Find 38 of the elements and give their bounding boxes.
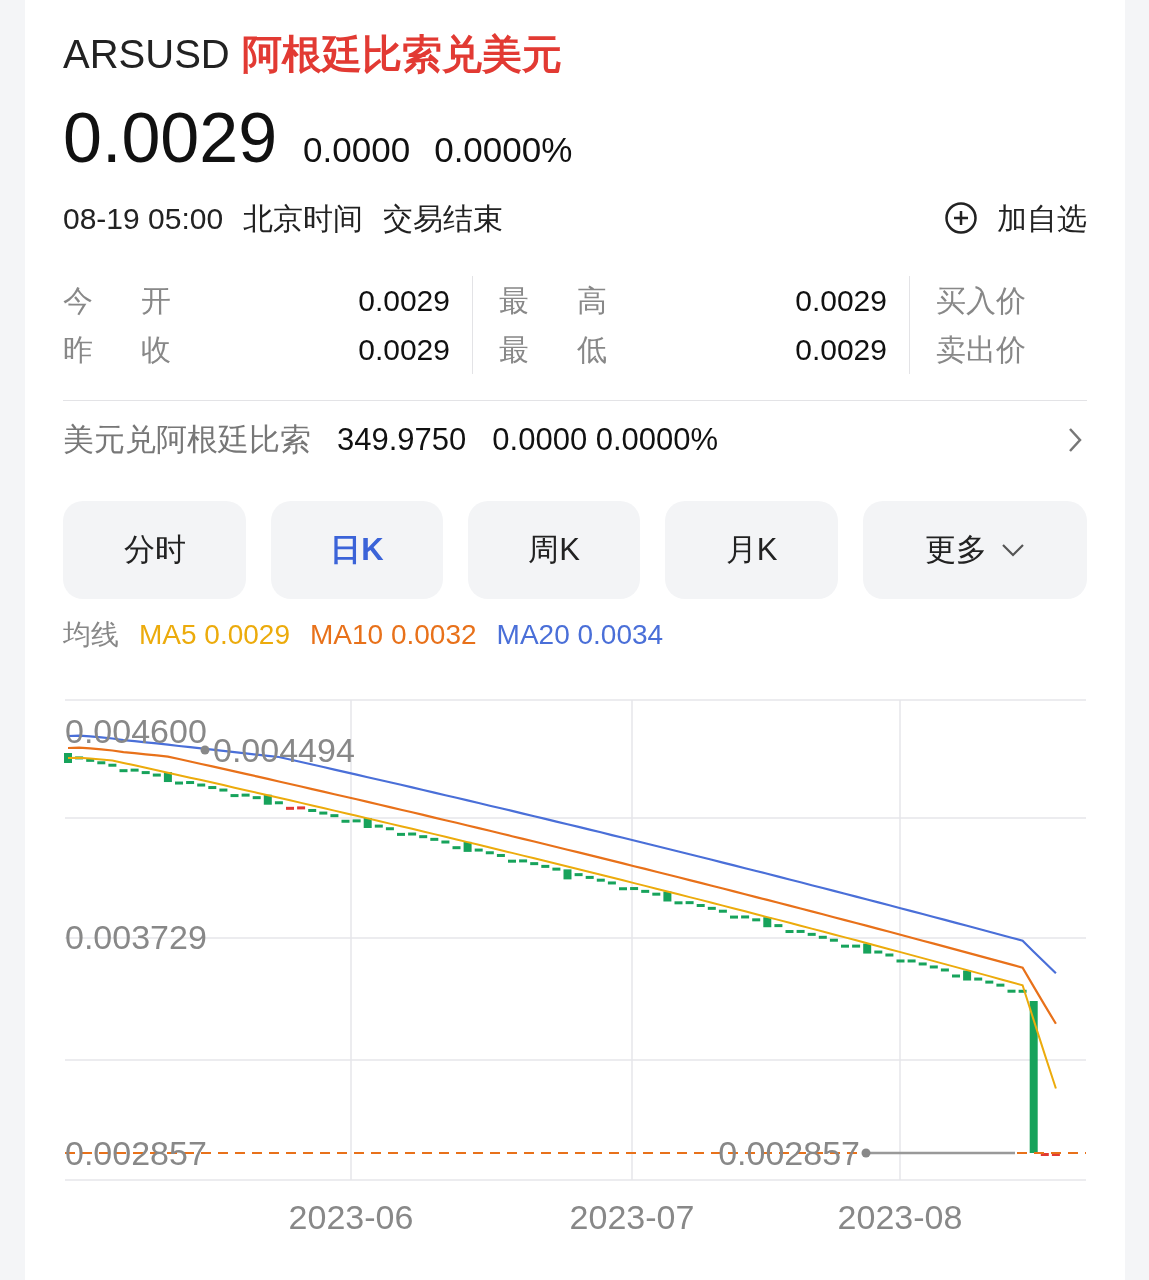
stat-label: 卖出价 [936, 332, 1026, 368]
period-tab[interactable]: 月K [665, 501, 838, 599]
stat-label: 买入价 [936, 283, 1026, 319]
stat-value: 0.0029 [795, 332, 887, 368]
period-tab[interactable]: 更多 [863, 501, 1087, 599]
currency-pair-name: 阿根廷比索兑美元 [241, 31, 562, 78]
price-change: 0.0000 [303, 129, 411, 171]
stat-label: 最 高 [499, 283, 608, 319]
x-axis-label: 2023-07 [569, 1198, 695, 1233]
price-change-percent: 0.0000% [434, 129, 573, 171]
y-axis-label: 0.003729 [65, 918, 207, 956]
stat-label: 今 开 [63, 283, 172, 319]
trading-status: 交易结束 [383, 200, 504, 237]
stat-value: 0.0029 [358, 332, 450, 368]
chevron-right-icon[interactable] [1067, 426, 1083, 454]
moving-average-value: MA10 0.0032 [310, 618, 477, 652]
symbol-title: ARSUSD [63, 31, 230, 78]
time-text: 08-19 05:00 [63, 200, 224, 237]
moving-average-value: MA5 0.0029 [139, 618, 290, 652]
period-tab[interactable]: 分时 [63, 501, 246, 599]
inverse-pair-label: 美元兑阿根廷比索 [63, 420, 311, 459]
moving-average-value: MA20 0.0034 [496, 618, 664, 652]
inverse-change: 0.0000 0.0000% [492, 420, 719, 459]
period-tab[interactable]: 日K [271, 501, 443, 599]
stat-value: 0.0029 [358, 283, 450, 319]
x-axis-label: 2023-06 [288, 1198, 414, 1233]
legend-label: 均线 [63, 618, 119, 652]
price: 0.0029 [63, 98, 278, 178]
chevron-down-icon [1001, 543, 1025, 557]
timezone-text: 北京时间 [243, 200, 364, 237]
add-watchlist-button[interactable]: 加自选 [945, 195, 1087, 241]
inverse-price: 349.9750 [337, 420, 467, 459]
period-tab[interactable]: 周K [468, 501, 640, 599]
stat-value: 0.0029 [795, 283, 887, 319]
add-circle-icon [945, 202, 977, 234]
stat-label: 昨 收 [63, 332, 172, 368]
stat-label: 最 低 [499, 332, 608, 368]
x-axis-label: 2023-08 [837, 1198, 963, 1233]
